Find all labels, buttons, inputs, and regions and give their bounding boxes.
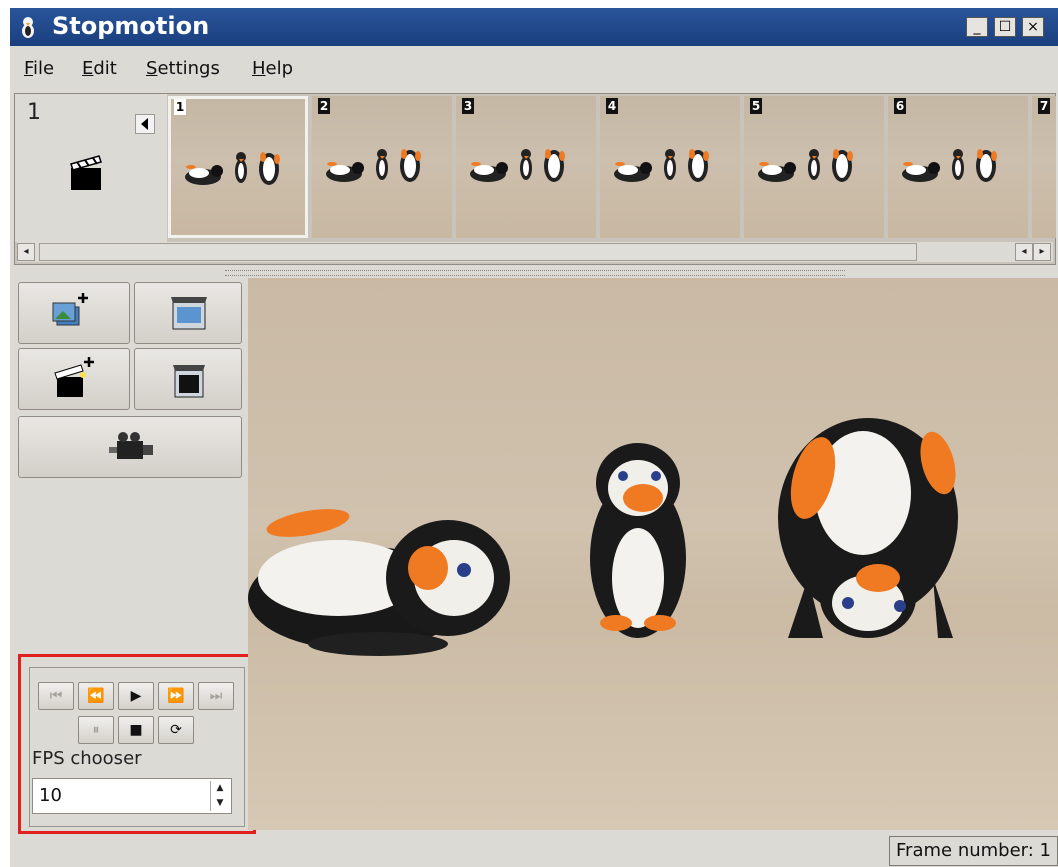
frame-number: 2 xyxy=(318,98,330,114)
play-button[interactable]: ▶ xyxy=(118,682,154,710)
next-frame-button[interactable]: ⏩ xyxy=(158,682,194,710)
status-bar: Frame number: 1 xyxy=(10,834,1058,867)
filmstrip-scrollbar[interactable]: ◂ ◂ ▸ xyxy=(17,242,1053,262)
scroll-left-button[interactable]: ◂ xyxy=(17,243,35,261)
penguins-thumbnail-image xyxy=(185,152,280,185)
spin-up-icon[interactable]: ▲ xyxy=(211,781,229,796)
frame-thumbnail-3[interactable]: 3 xyxy=(456,96,596,238)
scene-panel[interactable]: 1 xyxy=(15,94,167,242)
frame-thumbnail-7[interactable]: 7 xyxy=(1032,96,1056,238)
frame-thumbnail-2[interactable]: 2 xyxy=(312,96,452,238)
camera-button[interactable] xyxy=(18,416,242,478)
menu-file[interactable]: File xyxy=(24,58,54,79)
stop-button[interactable]: ■ xyxy=(118,716,154,744)
pause-button[interactable]: ⏸ xyxy=(78,716,114,744)
fps-chooser-label: FPS chooser xyxy=(32,748,142,769)
clapperboard-icon xyxy=(70,155,102,190)
last-frame-button[interactable]: ⏭ xyxy=(198,682,234,710)
fps-spinbox[interactable]: 10 ▲ ▼ xyxy=(32,778,232,814)
penguins-thumbnail-image xyxy=(326,149,421,182)
add-frames-button[interactable] xyxy=(18,282,130,344)
penguins-thumbnail-image xyxy=(614,149,709,182)
fps-spin-buttons[interactable]: ▲ ▼ xyxy=(210,781,229,811)
previous-frame-button[interactable]: ⏪ xyxy=(78,682,114,710)
scene-number: 1 xyxy=(27,100,41,125)
frame-thumbnail-5[interactable]: 5 xyxy=(744,96,884,238)
menu-help[interactable]: Help xyxy=(252,58,293,79)
menu-edit[interactable]: Edit xyxy=(82,58,117,79)
menu-bar: File Edit Settings Help xyxy=(10,52,1058,82)
frame-number: 4 xyxy=(606,98,618,114)
penguins-photo xyxy=(248,418,958,656)
maximize-button[interactable]: ☐ xyxy=(994,17,1016,37)
penguins-thumbnail-image xyxy=(470,149,565,182)
scroll-right-button[interactable]: ▸ xyxy=(1033,243,1051,261)
remove-frames-icon xyxy=(171,297,207,330)
new-scene-button[interactable] xyxy=(18,348,130,410)
frame-number-status: Frame number: 1 xyxy=(889,836,1058,866)
scene-collapse-button[interactable] xyxy=(135,114,155,134)
add-frames-icon xyxy=(52,293,88,326)
spin-down-icon[interactable]: ▼ xyxy=(211,796,229,811)
main-window: Stopmotion _ ☐ × File Edit Settings Help… xyxy=(10,8,1058,867)
remove-frames-button[interactable] xyxy=(134,282,242,344)
splitter-handle[interactable] xyxy=(225,270,845,276)
frame-strip: 1 1 2 3 4 5 6 7 ◂ ◂ ▸ xyxy=(14,93,1056,265)
penguins-thumbnail-image xyxy=(758,149,853,182)
remove-scene-button[interactable] xyxy=(134,348,242,410)
first-frame-button[interactable]: ⏮ xyxy=(38,682,74,710)
penguins-thumbnail-image xyxy=(902,149,997,182)
scroll-left-button-2[interactable]: ◂ xyxy=(1015,243,1033,261)
app-icon xyxy=(22,17,34,38)
camera-icon xyxy=(109,432,153,459)
frame-number: 6 xyxy=(894,98,906,114)
scrollbar-thumb[interactable] xyxy=(39,243,917,261)
triangle-left-icon xyxy=(141,118,148,130)
fps-value[interactable]: 10 xyxy=(39,785,62,806)
frame-thumbnail-1[interactable]: 1 xyxy=(168,96,308,238)
frame-number: 1 xyxy=(174,99,186,115)
frame-thumbnail-6[interactable]: 6 xyxy=(888,96,1028,238)
frame-number: 7 xyxy=(1038,98,1050,114)
window-title: Stopmotion xyxy=(52,12,210,40)
title-bar[interactable]: Stopmotion _ ☐ × xyxy=(10,8,1058,46)
remove-scene-icon xyxy=(173,365,205,398)
frame-number: 5 xyxy=(750,98,762,114)
new-scene-clapperboard-icon xyxy=(54,357,94,397)
frame-thumbnail-4[interactable]: 4 xyxy=(600,96,740,238)
frame-viewer[interactable] xyxy=(248,278,1058,830)
minimize-button[interactable]: _ xyxy=(966,17,988,37)
loop-button[interactable]: ⟳ xyxy=(158,716,194,744)
frame-number: 3 xyxy=(462,98,474,114)
close-button[interactable]: × xyxy=(1022,17,1044,37)
menu-settings[interactable]: Settings xyxy=(146,58,220,79)
